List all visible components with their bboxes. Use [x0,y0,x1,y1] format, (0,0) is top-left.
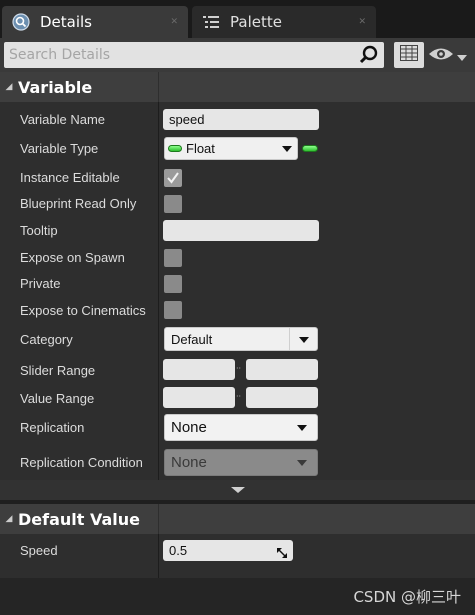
chevron-down-icon [282,146,292,152]
watermark-text: CSDN @柳三叶 [353,588,461,606]
variable-name-field[interactable]: speed [163,109,319,130]
tab-close-icon[interactable]: ✕ [170,17,178,27]
value-range-max-field[interactable] [246,387,318,408]
category-value: Default [171,332,213,347]
tab-bar: Details ✕ Palette ✕ [0,0,475,38]
resize-drag-icon[interactable] [276,544,288,565]
collapse-triangle-icon: ◢ [5,82,13,92]
property-label: Tooltip [20,223,58,238]
replication-condition-value: None [171,454,207,471]
category-combobox[interactable]: Default [164,327,318,351]
details-magnifier-icon [10,11,32,33]
property-label: Value Range [20,391,95,406]
category-title: Variable [18,77,93,97]
default-value-section: Speed 0.5 [0,534,475,578]
search-box [4,42,384,68]
property-label: Category [20,332,73,347]
property-label: Slider Range [20,363,96,378]
chevron-down-icon [299,337,309,343]
chevron-down-icon [297,425,307,431]
expose-on-spawn-checkbox[interactable] [164,249,182,267]
expand-arrow-icon [230,487,245,493]
view-options-button[interactable] [428,45,472,67]
eye-icon [428,46,454,66]
range-separator: ·· [236,364,242,373]
tab-close-icon[interactable]: ✕ [358,17,366,27]
chevron-down-icon [457,47,467,66]
property-label: Expose to Cinematics [20,303,146,318]
tab-details[interactable]: Details ✕ [2,6,188,38]
tab-palette-label: Palette [230,13,282,31]
property-label: Variable Name [20,112,106,127]
variable-type-value: Float [186,141,215,156]
search-icon[interactable] [359,45,379,69]
collapse-triangle-icon: ◢ [5,514,13,524]
advanced-expander[interactable] [0,480,475,500]
checkmark-icon [167,172,179,184]
combobox-divider [289,328,290,350]
category-header-default-value[interactable]: ◢ Default Value [0,504,475,534]
property-label: Private [20,276,61,291]
speed-value: 0.5 [169,543,188,558]
property-label: Blueprint Read Only [20,196,137,211]
search-toolbar [0,38,475,72]
tab-palette[interactable]: Palette ✕ [192,6,376,38]
value-range-min-field[interactable] [163,387,235,408]
slider-range-min-field[interactable] [163,359,235,380]
grid-view-icon [400,45,418,65]
variable-type-dropdown[interactable]: Float [164,137,298,160]
property-label: Instance Editable [20,170,120,185]
speed-value-field[interactable]: 0.5 [163,540,293,561]
property-label: Replication Condition [20,455,143,470]
property-label: Expose on Spawn [20,250,125,265]
replication-value: None [171,419,207,436]
float-type-icon [168,145,182,152]
tooltip-field[interactable] [163,220,319,241]
property-label: Variable Type [20,141,99,156]
replication-condition-dropdown: None [164,449,318,476]
chevron-down-icon [297,460,307,466]
instance-editable-checkbox[interactable] [164,169,182,187]
property-matrix-button[interactable] [394,42,424,68]
category-title: Default Value [18,509,141,529]
expose-to-cinematics-checkbox[interactable] [164,301,182,319]
slider-range-max-field[interactable] [246,359,318,380]
tab-details-label: Details [40,13,93,31]
container-type-icon[interactable] [302,145,318,152]
range-separator: ·· [236,392,242,401]
search-input[interactable] [4,42,354,68]
private-checkbox[interactable] [164,275,182,293]
variable-section: Variable Name speed Variable Type Float … [0,102,475,480]
palette-list-icon [200,11,222,33]
category-header-variable[interactable]: ◢ Variable [0,72,475,102]
replication-dropdown[interactable]: None [164,414,318,441]
blueprint-read-only-checkbox[interactable] [164,195,182,213]
property-label: Speed [20,543,58,558]
property-label: Replication [20,420,85,435]
